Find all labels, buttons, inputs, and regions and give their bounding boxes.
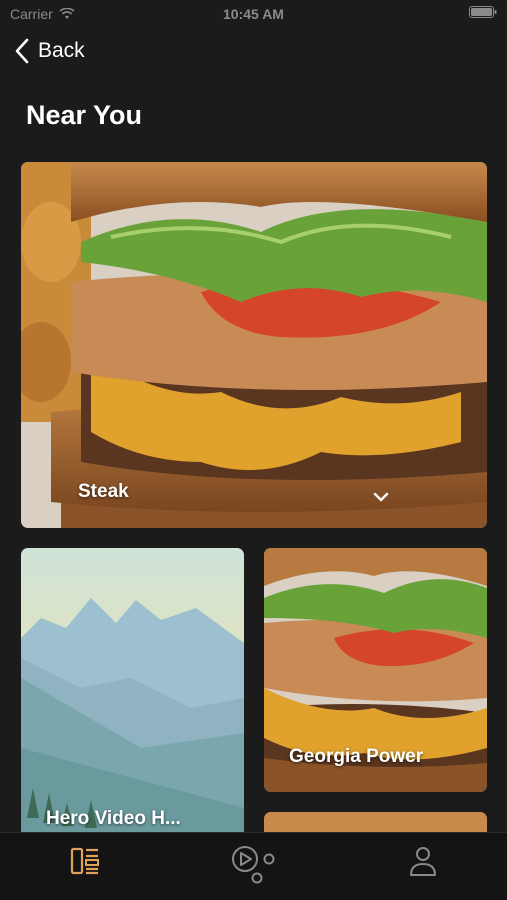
chevron-down-icon[interactable] bbox=[373, 492, 389, 502]
card-steak[interactable]: Steak bbox=[21, 162, 487, 528]
tab-profile[interactable] bbox=[393, 845, 453, 885]
burger-image bbox=[21, 162, 487, 528]
media-icon bbox=[231, 846, 274, 884]
chevron-left-icon bbox=[15, 38, 29, 64]
tab-feed[interactable] bbox=[55, 845, 115, 885]
feed-icon bbox=[70, 847, 99, 875]
card-georgia-power-label: Georgia Power bbox=[289, 746, 424, 767]
page-title: Near You bbox=[26, 100, 143, 130]
tab-bar bbox=[0, 832, 507, 900]
battery-icon bbox=[469, 6, 497, 18]
profile-icon bbox=[409, 847, 436, 876]
tab-media[interactable] bbox=[224, 845, 284, 885]
mountain-image bbox=[21, 548, 244, 848]
card-steak-label: Steak bbox=[78, 481, 129, 502]
status-right-group bbox=[469, 6, 497, 18]
card-georgia-power[interactable]: Georgia Power bbox=[264, 548, 487, 792]
card-hero-video[interactable]: Hero Video H... bbox=[21, 548, 244, 848]
status-time: 10:45 AM bbox=[223, 6, 284, 22]
back-button[interactable]: Back bbox=[14, 38, 85, 64]
status-bar: Carrier 10:45 AM bbox=[0, 0, 507, 28]
back-label: Back bbox=[38, 39, 85, 62]
card-hero-video-label: Hero Video H... bbox=[46, 808, 181, 829]
